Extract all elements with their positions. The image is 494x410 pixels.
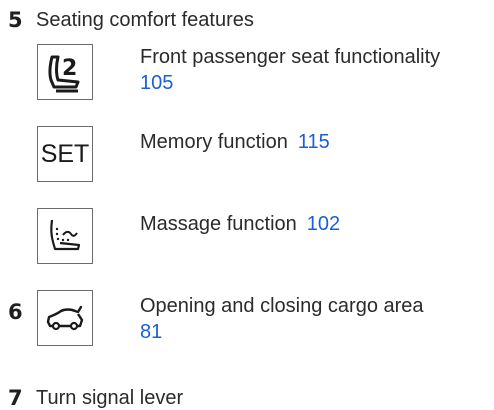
seat-2-icon: 2 (37, 44, 93, 100)
list-item-massage-function: Massage function 102 (140, 211, 490, 237)
section-number-5: 5 (8, 8, 23, 32)
list-item-cargo-area: Opening and closing cargo area 81 (140, 293, 490, 345)
svg-text:2: 2 (62, 56, 77, 81)
section-title-turn-signal: Turn signal lever (36, 387, 184, 409)
section-number-6: 6 (8, 300, 23, 324)
item-label: Memory function (140, 131, 288, 153)
item-label: Massage function (140, 213, 297, 235)
set-icon: SET (37, 126, 93, 182)
massage-seat-icon (37, 208, 93, 264)
item-label: Opening and closing cargo area (140, 295, 424, 317)
item-label: Front passenger seat functionality (140, 46, 441, 68)
page-link-81[interactable]: 81 (140, 321, 162, 343)
section-number-7: 7 (8, 386, 23, 410)
car-trunk-icon (37, 290, 93, 346)
list-item-memory-function: Memory function 115 (140, 129, 490, 155)
section-title-seating-comfort: Seating comfort features (36, 9, 254, 31)
set-icon-label: SET (40, 139, 90, 168)
page-link-102[interactable]: 102 (307, 213, 340, 235)
list-item-front-passenger-seat: Front passenger seat functionality 105 (140, 44, 490, 96)
page-link-105[interactable]: 105 (140, 72, 173, 94)
page-link-115[interactable]: 115 (298, 131, 330, 153)
